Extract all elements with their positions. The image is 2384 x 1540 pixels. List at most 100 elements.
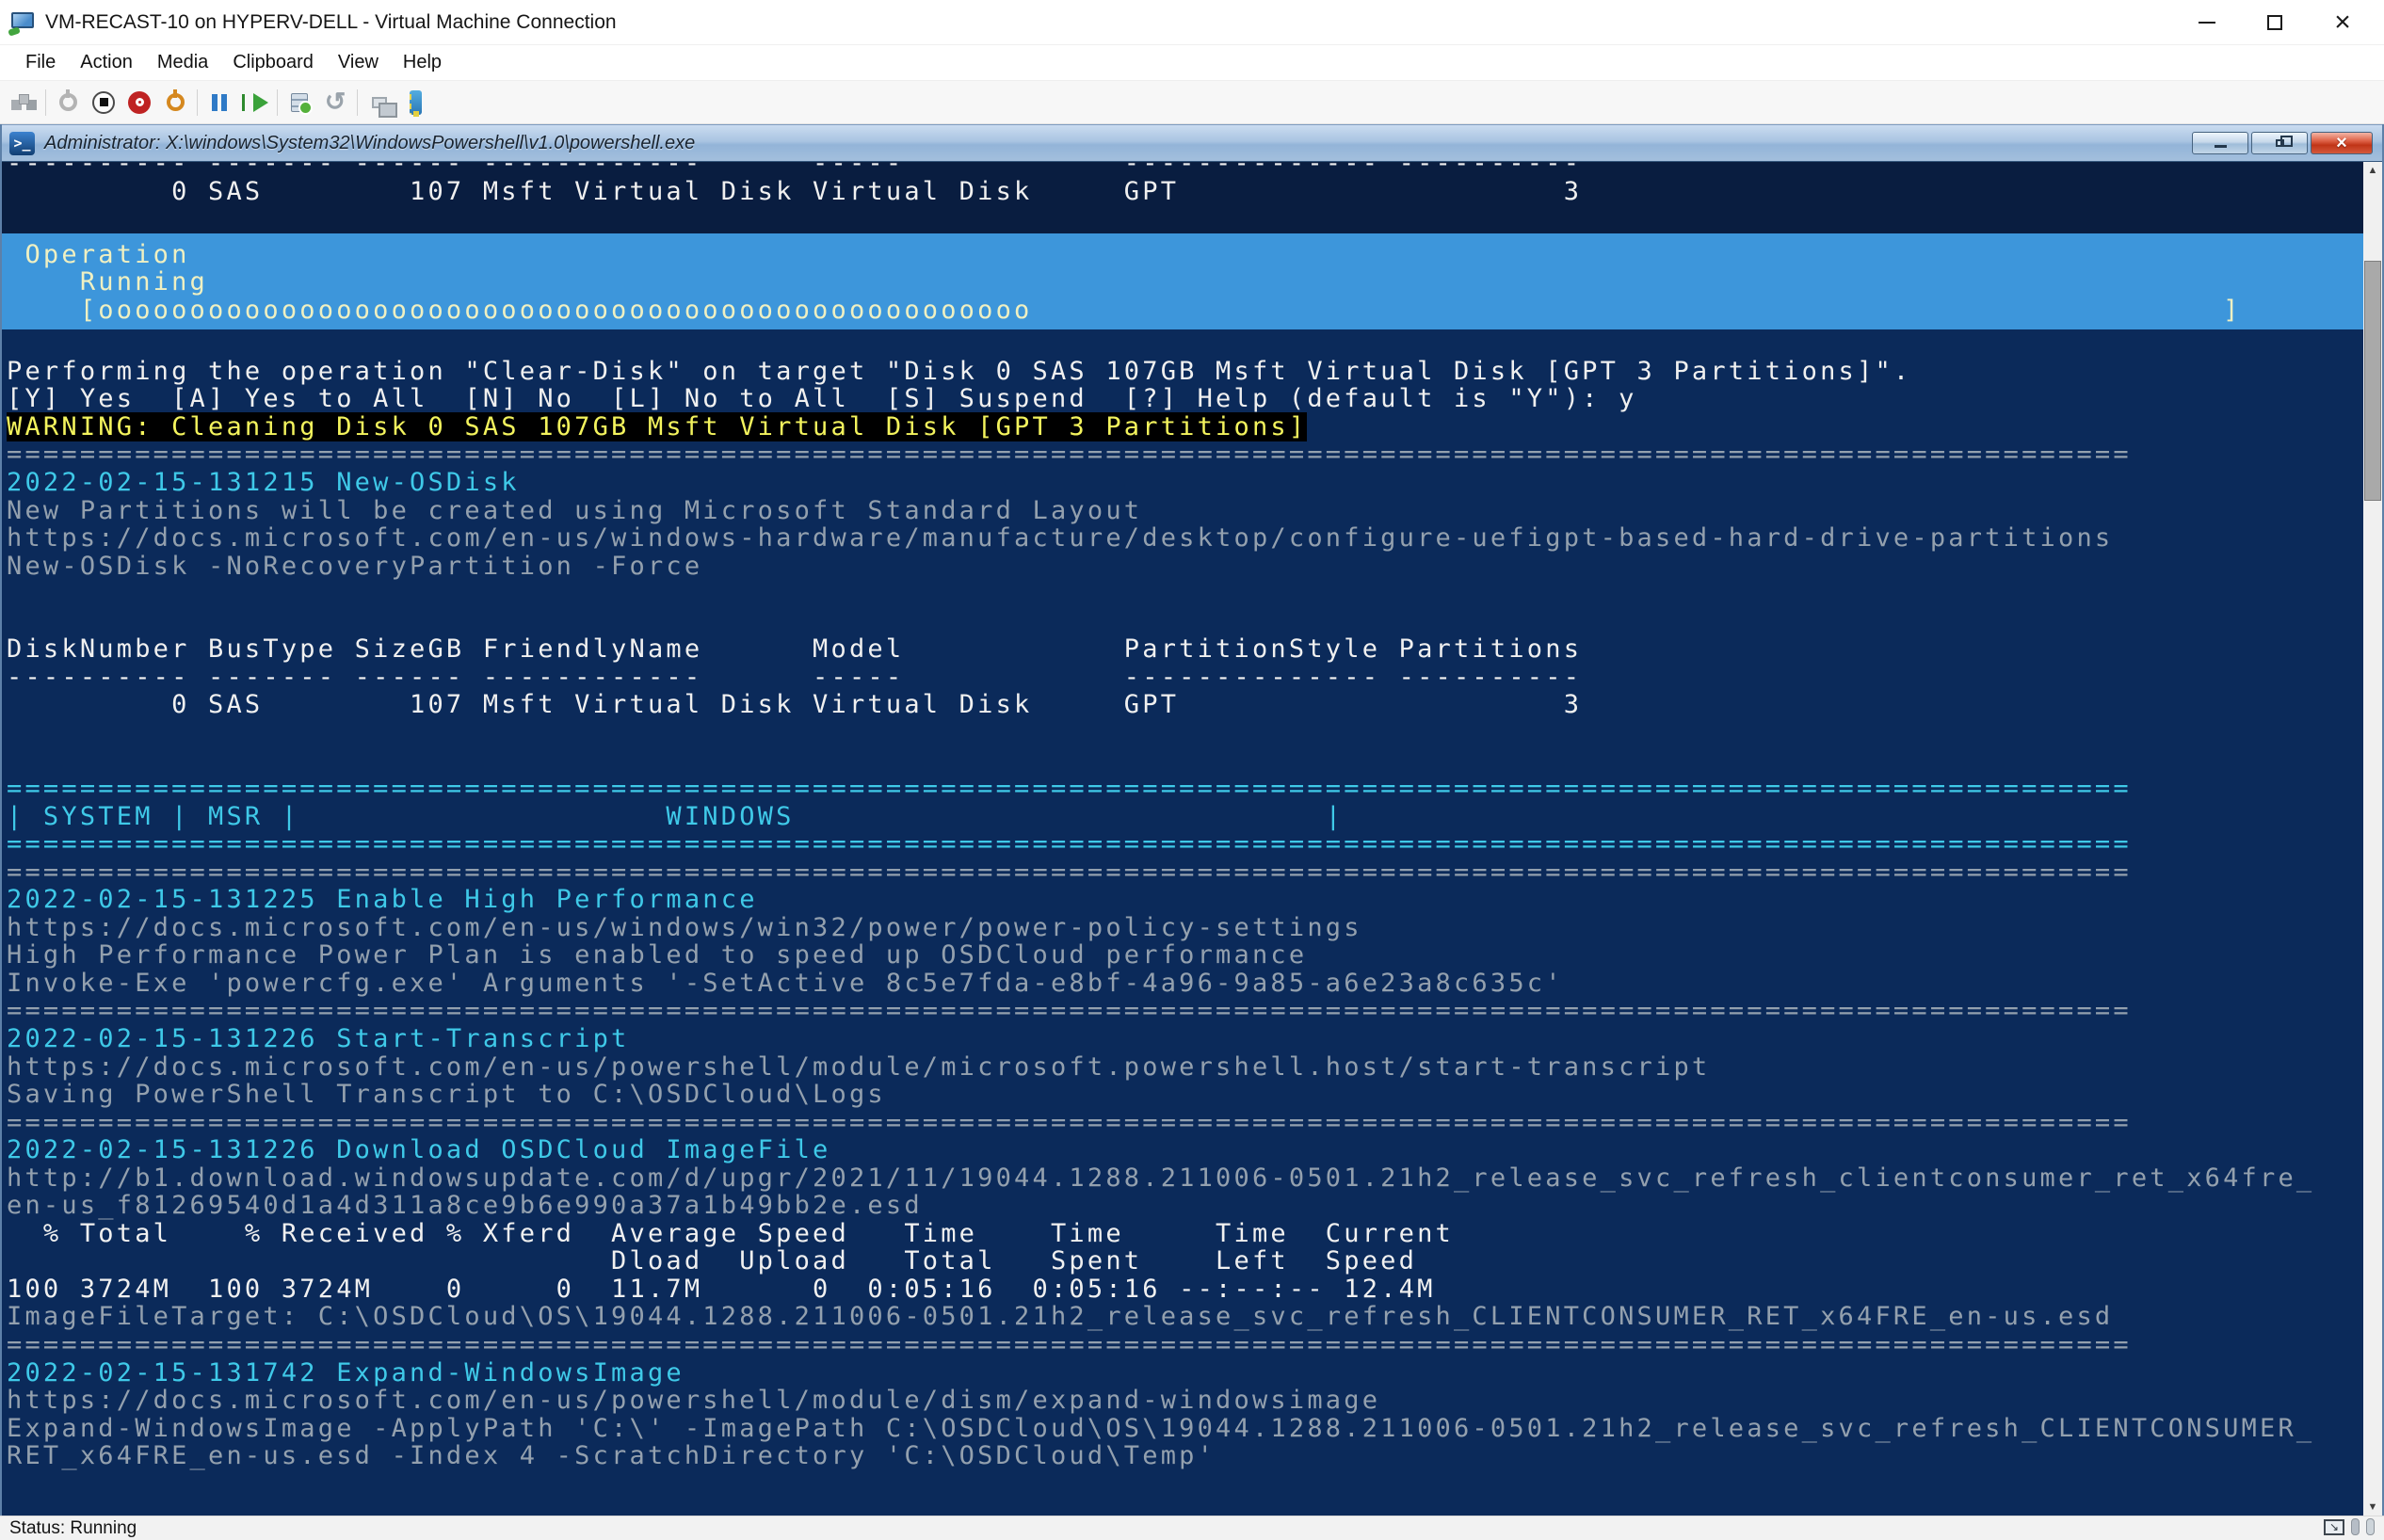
console-line (7, 719, 2363, 747)
console-line: RET_x64FRE_en-us.esd -Index 4 -ScratchDi… (7, 1442, 2363, 1470)
resume-button[interactable] (237, 87, 273, 119)
console-line: [Y] Yes [A] Yes to All [N] No [L] No to … (7, 385, 2363, 413)
shut-down-button[interactable] (121, 87, 157, 119)
vm-connection-titlebar: VM-RECAST-10 on HYPERV-DELL - Virtual Ma… (0, 0, 2384, 45)
menu-item-action[interactable]: Action (68, 47, 145, 78)
console-line (7, 329, 2363, 358)
powershell-window-title: Administrator: X:\windows\System32\Windo… (44, 133, 695, 154)
toolbar-separator (277, 89, 278, 116)
console-line: ---------- ------- ------ ------------ -… (7, 664, 2363, 692)
usb-status-icon (2366, 1518, 2375, 1535)
console-line (2, 205, 2363, 233)
minimize-button[interactable] (2173, 0, 2241, 45)
revert-button[interactable]: ↺ (317, 87, 353, 119)
console-line: DiskNumber BusType SizeGB FriendlyName M… (7, 635, 2363, 664)
scroll-up-button[interactable]: ▲ (2363, 162, 2382, 179)
console-line: WARNING: Cleaning Disk 0 SAS 107GB Msft … (7, 413, 2363, 441)
enhanced-session-button[interactable] (362, 87, 397, 119)
console-line: 2022-02-15-131226 Start-Transcript (7, 1025, 2363, 1053)
console-line: en-us_f81269540d1a4d311a8ce9b6e990a37a1b… (7, 1192, 2363, 1220)
hyper-v-app-icon (11, 12, 36, 33)
console-line: 0 SAS 107 Msft Virtual Disk Virtual Disk… (2, 178, 2363, 206)
console-line: ---------- ------- ------ ------------ -… (2, 162, 2363, 178)
ps-minimize-button[interactable] (2192, 132, 2248, 154)
turn-off-button[interactable] (86, 87, 121, 119)
menu-item-help[interactable]: Help (391, 47, 454, 78)
console-line: Expand-WindowsImage -ApplyPath 'C:\' -Im… (7, 1415, 2363, 1443)
console-line: 2022-02-15-131215 New-OSDisk (7, 469, 2363, 497)
close-button[interactable]: × (2309, 0, 2376, 45)
maximize-icon (2267, 15, 2282, 30)
progress-line: [ooooooooooooooooooooooooooooooooooooooo… (7, 297, 2363, 325)
progress-line: Operation (7, 241, 2363, 269)
console-line: http://b1.download.windowsupdate.com/d/u… (7, 1164, 2363, 1193)
console-line: Saving PowerShell Transcript to C:\OSDCl… (7, 1081, 2363, 1109)
toolbar-separator (45, 89, 46, 116)
menu-item-file[interactable]: File (13, 47, 68, 78)
powershell-titlebar: >_ Administrator: X:\windows\System32\Wi… (2, 124, 2382, 162)
console-line: 100 3724M 100 3724M 0 0 11.7M 0 0:05:16 … (7, 1275, 2363, 1304)
console-line (7, 746, 2363, 775)
status-bar: Status: Running ↘ (0, 1516, 2384, 1540)
menu-item-clipboard[interactable]: Clipboard (220, 47, 326, 78)
console-line: 0 SAS 107 Msft Virtual Disk Virtual Disk… (7, 691, 2363, 719)
device-status-icon (2351, 1518, 2360, 1535)
console-area: ---------- ------- ------ ------------ -… (2, 162, 2382, 1516)
powershell-window: >_ Administrator: X:\windows\System32\Wi… (0, 124, 2384, 1516)
console-line: ========================================… (7, 1331, 2363, 1359)
scrollbar-thumb[interactable] (2364, 261, 2381, 501)
share-button[interactable] (397, 87, 433, 119)
console-line: https://docs.microsoft.com/en-us/windows… (7, 524, 2363, 553)
toolbar-separator (197, 89, 198, 116)
console-scrollbar[interactable]: ▲ ▼ (2363, 162, 2382, 1516)
console-line: Invoke-Exe 'powercfg.exe' Arguments '-Se… (7, 970, 2363, 998)
minimize-icon (2199, 22, 2215, 24)
ps-close-icon: × (2336, 134, 2347, 152)
console-line: https://docs.microsoft.com/en-us/powersh… (7, 1053, 2363, 1082)
console-line: | SYSTEM | MSR | WINDOWS | (7, 803, 2363, 831)
ps-restore-icon (2276, 139, 2284, 147)
console-line: Dload Upload Total Spent Left Speed (7, 1247, 2363, 1275)
console-line: ========================================… (7, 441, 2363, 469)
powershell-icon: >_ (9, 132, 35, 155)
console-line: Performing the operation "Clear-Disk" on… (7, 358, 2363, 386)
console-line (7, 608, 2363, 636)
ps-minimize-icon (2215, 145, 2227, 148)
console-line (7, 580, 2363, 608)
console-line: New-OSDisk -NoRecoveryPartition -Force (7, 553, 2363, 581)
console-line: 2022-02-15-131226 Download OSDCloud Imag… (7, 1136, 2363, 1164)
status-text: Status: Running (9, 1518, 137, 1539)
console-line: 2022-02-15-131742 Expand-WindowsImage (7, 1359, 2363, 1388)
console-line: ImageFileTarget: C:\OSDCloud\OS\19044.12… (7, 1303, 2363, 1331)
console-line: https://docs.microsoft.com/en-us/windows… (7, 914, 2363, 942)
pause-button[interactable] (201, 87, 237, 119)
menu-item-view[interactable]: View (326, 47, 391, 78)
close-icon: × (2334, 8, 2351, 37)
progress-line: Running (7, 268, 2363, 297)
toolbar: ↺ (0, 81, 2384, 124)
console-output: ---------- ------- ------ ------------ -… (2, 162, 2363, 1516)
save-button[interactable] (157, 87, 193, 119)
ps-close-button[interactable]: × (2311, 132, 2373, 154)
maximize-button[interactable] (2241, 0, 2309, 45)
console-line: ========================================… (7, 1109, 2363, 1137)
checkpoint-button[interactable] (282, 87, 317, 119)
toolbar-separator (357, 89, 358, 116)
console-line: % Total % Received % Xferd Average Speed… (7, 1220, 2363, 1248)
ps-restore-button[interactable] (2251, 132, 2308, 154)
console-line: ========================================… (7, 775, 2363, 803)
console-line: ========================================… (7, 997, 2363, 1025)
ctrl-alt-del-button[interactable] (6, 87, 41, 119)
console-line: ========================================… (7, 858, 2363, 887)
console-line: 2022-02-15-131225 Enable High Performanc… (7, 886, 2363, 914)
menu-bar: FileActionMediaClipboardViewHelp (0, 45, 2384, 81)
menu-item-media[interactable]: Media (145, 47, 220, 78)
window-title: VM-RECAST-10 on HYPERV-DELL - Virtual Ma… (45, 11, 617, 34)
console-line: https://docs.microsoft.com/en-us/powersh… (7, 1387, 2363, 1415)
start-button[interactable] (50, 87, 86, 119)
display-status-icon: ↘ (2324, 1519, 2344, 1535)
console-line: High Performance Power Plan is enabled t… (7, 941, 2363, 970)
scroll-down-button[interactable]: ▼ (2363, 1499, 2382, 1516)
console-line: ========================================… (7, 830, 2363, 858)
console-line: New Partitions will be created using Mic… (7, 497, 2363, 525)
